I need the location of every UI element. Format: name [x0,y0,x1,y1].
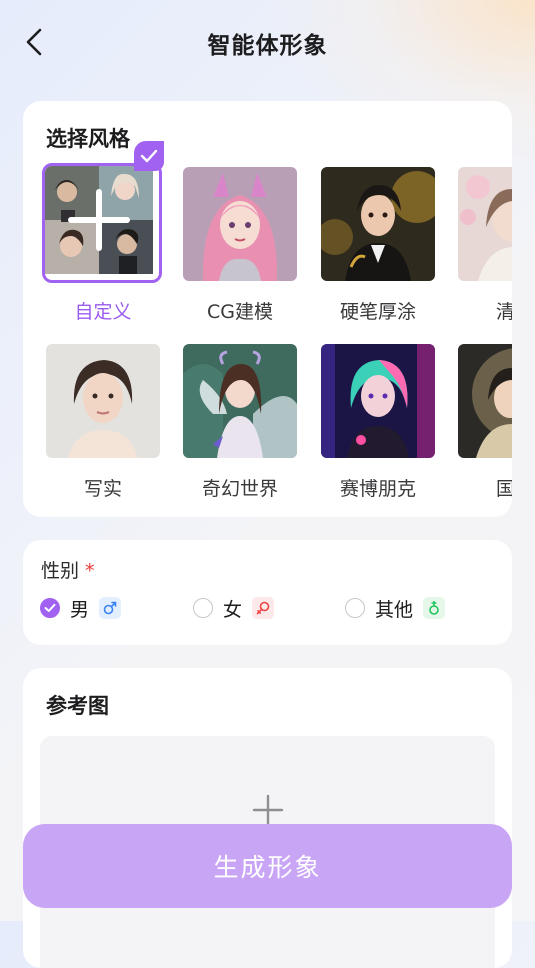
style-label: 写实 [83,478,122,500]
thick-paint-style-image [321,167,435,281]
cyberpunk-style-image [321,344,435,458]
generate-button[interactable]: 生成形象 [23,824,512,908]
male-symbol-icon [99,597,122,619]
gender-option-label: 女 [223,598,243,621]
selected-check-badge [134,141,164,171]
reference-card: 参考图 [23,668,512,968]
check-icon [44,603,56,612]
gender-option-female[interactable]: 女 [193,595,275,621]
check-icon [140,149,158,163]
required-mark: * [85,560,95,582]
female-symbol-icon [252,597,275,619]
plus-icon [252,794,284,826]
style-label: 国风 [495,478,512,500]
fresh-style-image [458,167,512,281]
header: 智能体形象 [0,0,535,84]
radio-unchecked-icon[interactable] [193,598,213,618]
cg-style-image [183,167,297,281]
other-gender-symbol-icon [423,597,446,619]
fantasy-style-image [183,344,297,458]
chinese-style-image [458,344,512,458]
style-label: 自定义 [74,301,132,323]
gender-option-label: 男 [70,598,90,621]
realistic-style-image [46,344,160,458]
reference-title: 参考图 [46,694,109,718]
style-label: 赛博朋克 [339,478,416,500]
style-card: 选择风格 自定义 CG建模 硬笔厚涂 清 写实 奇幻世界 赛博朋克 国 [23,101,512,517]
gender-label: 性别 * [41,556,95,583]
style-label: 硬笔厚涂 [339,301,416,323]
custom-collage-image [42,163,162,283]
radio-checked-icon[interactable] [40,598,60,618]
page-title: 智能体形象 [207,33,328,59]
style-label: 奇幻世界 [201,478,278,500]
gender-option-male[interactable]: 男 [40,595,122,621]
style-label: 清新 [495,301,512,323]
gender-option-label: 其他 [375,598,414,621]
gender-option-other[interactable]: 其他 [345,595,446,621]
radio-unchecked-icon[interactable] [345,598,365,618]
gender-label-text: 性别 [41,560,80,582]
gender-card: 性别 * 男 女 其他 [23,540,512,645]
style-section-title: 选择风格 [46,127,130,151]
style-label: CG建模 [207,301,273,323]
